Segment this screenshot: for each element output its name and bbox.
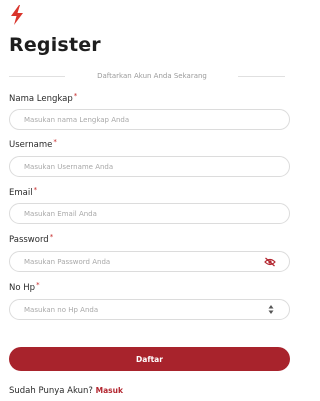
divider-line-right: [238, 76, 285, 77]
number-stepper-icon[interactable]: [268, 304, 274, 315]
eye-slash-icon[interactable]: [264, 257, 276, 267]
password-input[interactable]: [24, 252, 254, 271]
password-field[interactable]: [9, 251, 290, 272]
username-label: Username*: [9, 138, 57, 150]
register-button[interactable]: Daftar: [9, 347, 290, 371]
divider-line-left: [9, 76, 65, 77]
username-input[interactable]: [24, 157, 254, 176]
email-field[interactable]: [9, 203, 290, 224]
divider-text: Daftarkan Akun Anda Sekarang: [97, 72, 207, 80]
login-prompt: Sudah Punya Akun? Masuk: [9, 386, 123, 396]
full-name-field[interactable]: [9, 109, 290, 130]
login-link[interactable]: Masuk: [96, 386, 123, 395]
username-field[interactable]: [9, 156, 290, 177]
password-label: Password*: [9, 233, 54, 245]
full-name-input[interactable]: [24, 110, 254, 129]
email-input[interactable]: [24, 204, 254, 223]
full-name-label: Nama Lengkap*: [9, 92, 78, 104]
phone-label: No Hp*: [9, 281, 40, 293]
page-title: Register: [9, 34, 101, 56]
phone-field[interactable]: [9, 299, 290, 320]
phone-input[interactable]: [24, 300, 254, 319]
login-prompt-text: Sudah Punya Akun?: [9, 386, 93, 396]
email-label: Email*: [9, 186, 38, 198]
section-divider: Daftarkan Akun Anda Sekarang: [9, 70, 285, 82]
lightning-bolt-icon: [11, 5, 23, 25]
